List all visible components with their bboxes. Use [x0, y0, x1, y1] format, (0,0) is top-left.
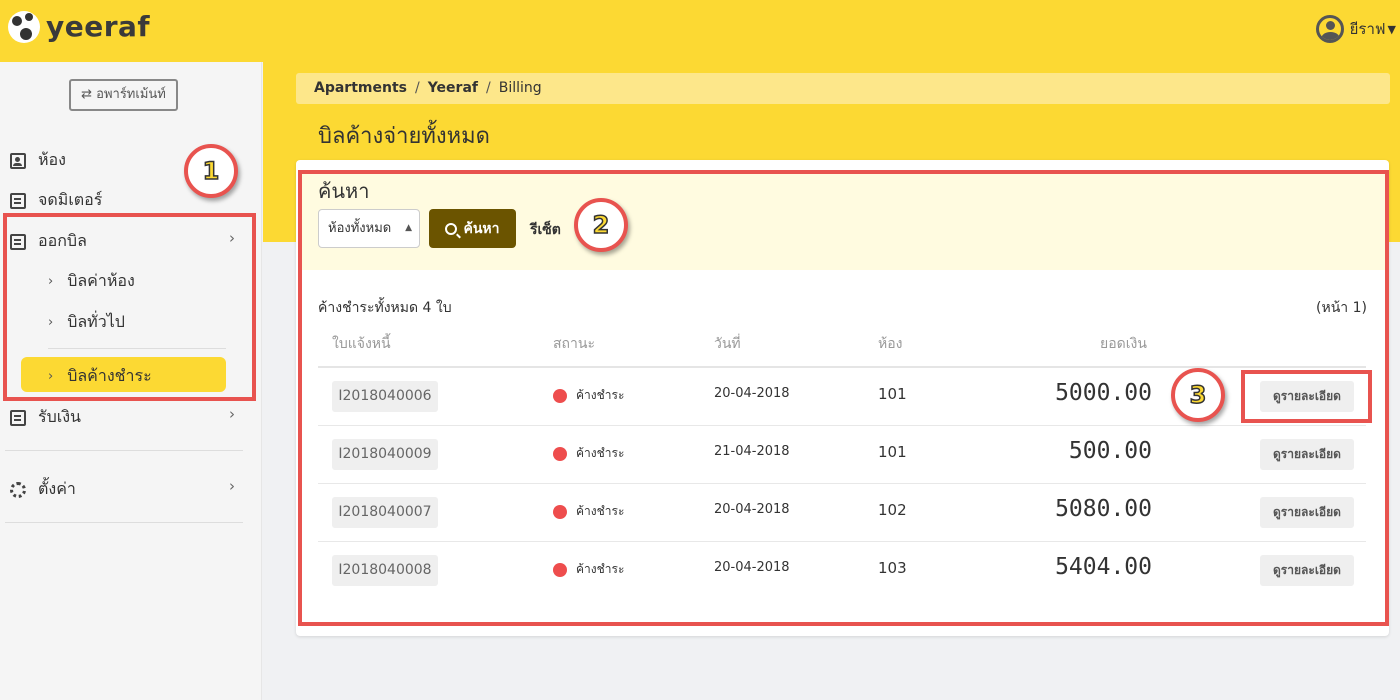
divider: [5, 522, 243, 523]
giraffe-logo-icon: [8, 10, 40, 43]
annotation-box-sidebar: [3, 213, 256, 401]
sidebar-item-payments[interactable]: รับเงิน: [10, 405, 81, 430]
meter-doc-icon: [10, 192, 26, 209]
breadcrumb: Apartments / Yeeraf / Billing: [296, 73, 1390, 104]
top-bar: yeeraf ยีราฟ ▼: [0, 0, 1400, 62]
sidebar-item-label: ตั้งค่า: [38, 479, 76, 498]
caret-down-icon: ▼: [1387, 22, 1396, 36]
sidebar-item-label: ห้อง: [38, 150, 66, 169]
user-name: ยีราฟ: [1349, 20, 1386, 38]
annotation-box-content: [298, 170, 1389, 626]
sidebar-item-meter[interactable]: จดมิเตอร์: [10, 188, 102, 213]
gear-icon: [10, 481, 26, 498]
breadcrumb-separator: /: [486, 80, 491, 96]
sidebar-item-rooms[interactable]: ห้อง: [10, 148, 66, 173]
breadcrumb-item[interactable]: Apartments: [314, 80, 407, 96]
document-icon: [10, 409, 26, 426]
breadcrumb-item[interactable]: Yeeraf: [428, 80, 478, 96]
annotation-marker-1: 1: [184, 144, 238, 198]
contact-icon: [10, 152, 26, 169]
logo-text: yeeraf: [46, 10, 151, 43]
breadcrumb-current: Billing: [498, 80, 542, 96]
divider: [5, 450, 243, 451]
user-avatar-icon: [1315, 15, 1344, 43]
apartment-switch-button[interactable]: ⇄ อพาร์ทเม้นท์: [69, 79, 178, 111]
breadcrumb-separator: /: [414, 80, 420, 96]
annotation-box-details-button: [1241, 370, 1372, 423]
user-menu[interactable]: ยีราฟ ▼: [1315, 15, 1396, 43]
annotation-marker-3: 3: [1171, 368, 1225, 422]
logo[interactable]: yeeraf: [8, 10, 150, 43]
chevron-right-icon: ›: [229, 477, 235, 495]
sidebar-item-settings[interactable]: ตั้งค่า: [10, 477, 76, 502]
sidebar-item-label: รับเงิน: [38, 407, 81, 426]
sidebar-item-label: จดมิเตอร์: [38, 190, 103, 209]
chevron-right-icon: ›: [229, 405, 235, 423]
annotation-marker-2: 2: [574, 198, 628, 252]
page-title: บิลค้างจ่ายทั้งหมด: [318, 124, 490, 149]
